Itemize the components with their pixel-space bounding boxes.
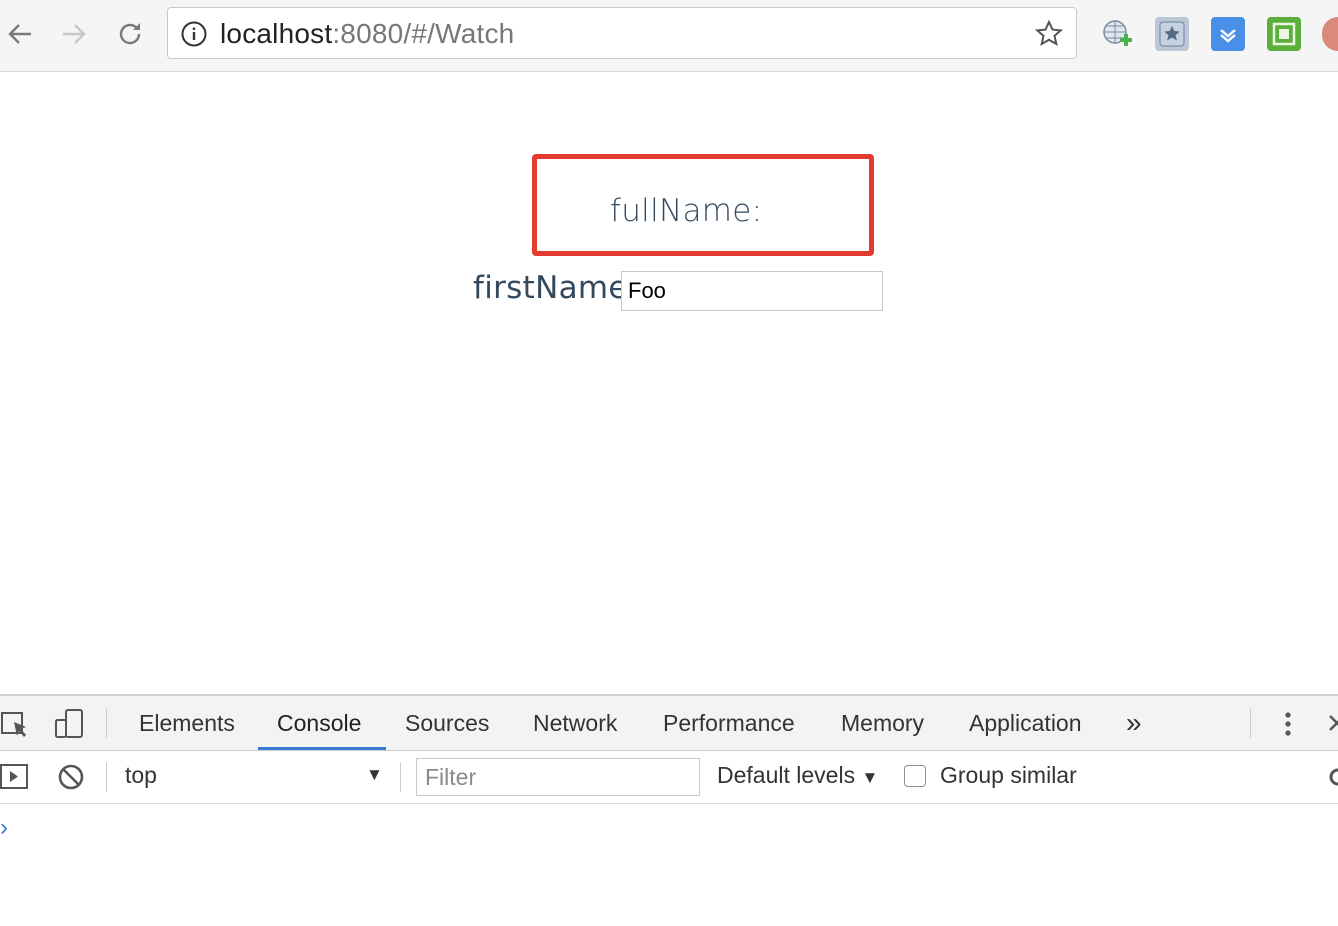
group-similar-checkbox[interactable] [904,765,926,787]
tab-application[interactable]: Application [969,696,1082,750]
tab-network[interactable]: Network [533,696,617,750]
devtools-tab-bar: Elements Console Sources Network Perform… [0,696,1338,751]
tab-console[interactable]: Console [277,696,361,750]
fullname-label: fullName: [610,193,763,229]
profile-icon[interactable] [1322,17,1338,51]
url-text: localhost:8080/#/Watch [220,18,514,50]
filter-input[interactable] [416,758,700,796]
url-host: localhost [220,18,333,49]
levels-chevron-down-icon: ▼ [861,768,879,787]
reload-icon[interactable] [110,14,150,54]
url-path: :8080/#/Watch [332,18,515,49]
bookmark-star-icon[interactable] [1034,19,1064,54]
info-icon[interactable] [180,20,208,53]
console-toolbar: top ▼ Default levels ▼ Group similar [0,751,1338,804]
firstname-label: firstName: [473,270,639,306]
forward-arrow-icon[interactable] [54,14,94,54]
inspect-element-icon[interactable] [0,710,32,745]
kebab-menu-icon[interactable] [1280,710,1296,743]
console-divider-2 [400,762,401,792]
group-similar-label: Group similar [940,762,1077,788]
tab-sources[interactable]: Sources [405,696,489,750]
context-select[interactable]: top [125,762,157,789]
settings-gear-icon[interactable] [1328,766,1338,793]
console-divider-1 [106,762,107,792]
bookmark-star-icon[interactable] [1155,17,1189,51]
context-chevron-down-icon[interactable]: ▼ [366,765,383,785]
menu-divider [1250,708,1251,738]
tab-memory[interactable]: Memory [841,696,924,750]
default-levels-dropdown[interactable]: Default levels ▼ [717,762,878,789]
back-arrow-icon[interactable] [0,14,40,54]
address-bar[interactable]: localhost:8080/#/Watch [167,7,1077,59]
green-square-icon[interactable] [1267,17,1301,51]
tabs-divider [106,708,107,738]
show-sidebar-icon[interactable] [0,763,30,796]
more-tabs-icon[interactable]: » [1126,696,1142,750]
firstname-input[interactable] [621,271,883,311]
clear-console-icon[interactable] [57,763,85,796]
tab-elements[interactable]: Elements [139,696,235,750]
default-levels-label: Default levels [717,762,856,788]
globe-plus-icon[interactable] [1100,17,1134,51]
download-icon[interactable] [1211,17,1245,51]
active-tab-indicator [258,747,386,750]
tab-performance[interactable]: Performance [663,696,795,750]
browser-toolbar: localhost:8080/#/Watch [0,0,1338,72]
console-prompt-icon[interactable]: › [0,814,8,842]
device-toolbar-icon[interactable] [54,708,86,745]
close-icon[interactable] [1328,712,1338,739]
devtools-panel: Elements Console Sources Network Perform… [0,694,1338,926]
